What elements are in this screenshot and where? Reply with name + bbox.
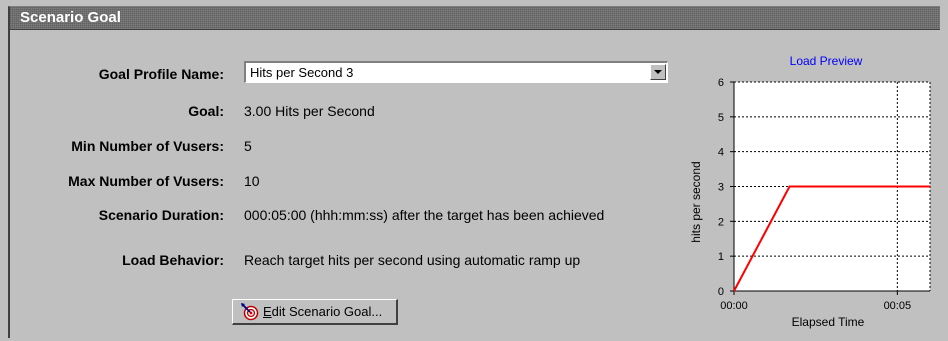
goal-value: 3.00 Hits per Second <box>244 103 375 119</box>
chart-title: Load Preview <box>790 54 863 68</box>
x-axis-label: Elapsed Time <box>792 315 865 329</box>
y-tick-label: 5 <box>718 112 724 124</box>
y-axis-label: hits per second <box>689 161 703 242</box>
chevron-down-icon[interactable] <box>650 64 666 80</box>
scenario-duration-value: 000:05:00 (hhh:mm:ss) after the target h… <box>244 207 605 223</box>
x-tick-label: 00:00 <box>720 300 748 312</box>
y-tick-label: 0 <box>718 286 724 298</box>
scenario-goal-panel: Scenario Goal Goal Profile Name: Hits pe… <box>8 6 940 338</box>
load-behavior-value: Reach target hits per second using autom… <box>244 252 581 268</box>
goal-profile-name-label: Goal Profile Name: <box>98 66 224 82</box>
goal-profile-name-select[interactable]: Hits per Second 3 <box>244 61 668 83</box>
y-tick-label: 6 <box>718 77 724 89</box>
panel-title: Scenario Goal <box>20 9 121 26</box>
load-behavior-label: Load Behavior: <box>122 252 224 268</box>
goal-profile-name-value: Hits per Second 3 <box>250 65 354 80</box>
scenario-duration-label: Scenario Duration: <box>98 207 224 223</box>
edit-scenario-goal-button[interactable]: Edit Scenario Goal... <box>232 299 398 325</box>
x-tick-label: 00:05 <box>884 300 912 312</box>
y-tick-label: 2 <box>718 216 724 228</box>
min-vusers-value: 5 <box>244 138 252 154</box>
edit-scenario-goal-label: Edit Scenario Goal... <box>263 304 383 319</box>
y-tick-label: 3 <box>718 182 724 194</box>
panel-titlebar: Scenario Goal <box>10 7 940 30</box>
y-tick-label: 4 <box>718 147 724 159</box>
load-preview-chart: Load Preview hits per second Elapsed Tim… <box>689 54 931 329</box>
target-edit-icon <box>241 303 259 321</box>
max-vusers-value: 10 <box>244 173 260 189</box>
goal-label: Goal: <box>188 103 224 119</box>
min-vusers-label: Min Number of Vusers: <box>71 138 224 154</box>
max-vusers-label: Max Number of Vusers: <box>68 173 224 189</box>
y-tick-label: 1 <box>718 251 724 263</box>
